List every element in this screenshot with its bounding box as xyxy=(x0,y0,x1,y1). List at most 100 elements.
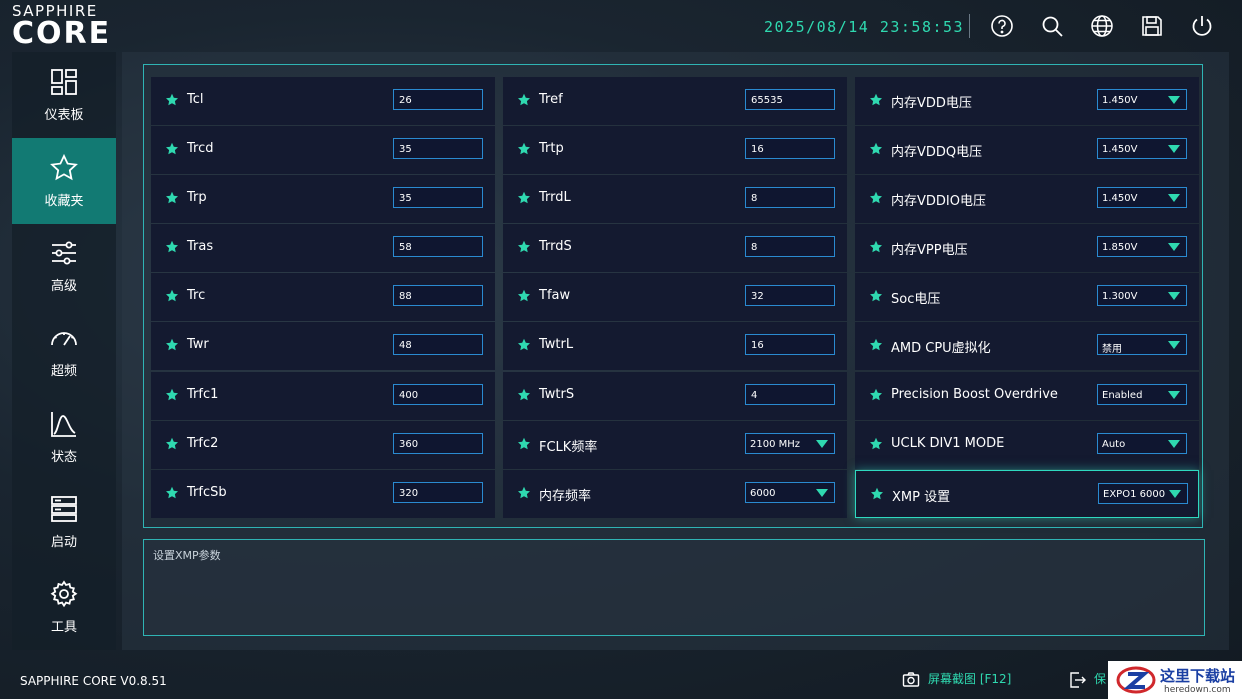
setting-value-input[interactable]: 320 xyxy=(393,482,483,503)
setting-row-vdd[interactable]: 内存VDD电压 1.450V xyxy=(855,77,1199,125)
setting-value-input[interactable]: 16 xyxy=(745,138,835,159)
setting-row-twr[interactable]: Twr 48 xyxy=(151,322,495,370)
favorite-star-icon[interactable] xyxy=(869,388,883,402)
setting-row-vddio[interactable]: 内存VDDIO电压 1.450V xyxy=(855,175,1199,223)
setting-value-input[interactable]: 26 xyxy=(393,89,483,110)
favorite-star-icon[interactable] xyxy=(869,142,883,156)
sidebar-item-favorites[interactable]: 收藏夹 xyxy=(12,138,116,224)
setting-row-trrdl[interactable]: TrrdL 8 xyxy=(503,175,847,223)
setting-row-trc[interactable]: Trc 88 xyxy=(151,273,495,321)
setting-row-fclk[interactable]: FCLK频率 2100 MHz xyxy=(503,421,847,469)
setting-row-soc-voltage[interactable]: Soc电压 1.300V xyxy=(855,273,1199,321)
sidebar-item-boot[interactable]: 启动 xyxy=(12,479,116,565)
setting-row-trrds[interactable]: TrrdS 8 xyxy=(503,224,847,272)
favorite-star-icon[interactable] xyxy=(517,388,531,402)
favorite-star-icon[interactable] xyxy=(869,93,883,107)
setting-dropdown[interactable]: Auto xyxy=(1097,433,1187,454)
logo-big-text: CORE xyxy=(12,16,112,51)
favorite-star-icon[interactable] xyxy=(165,486,179,500)
dropdown-arrow-icon xyxy=(816,489,828,497)
setting-row-tref[interactable]: Tref 65535 xyxy=(503,77,847,125)
screenshot-button[interactable]: 屏幕截图 [F12] xyxy=(902,670,1011,692)
favorite-star-icon[interactable] xyxy=(517,338,531,352)
setting-row-cpu-virtualization[interactable]: AMD CPU虚拟化 禁用 xyxy=(855,322,1199,370)
setting-row-pbo[interactable]: Precision Boost Overdrive Enabled xyxy=(855,372,1199,420)
favorite-star-icon[interactable] xyxy=(869,289,883,303)
setting-value-input[interactable]: 48 xyxy=(393,334,483,355)
setting-dropdown[interactable]: 2100 MHz xyxy=(745,433,835,454)
favorite-star-icon[interactable] xyxy=(165,191,179,205)
setting-row-vpp[interactable]: 内存VPP电压 1.850V xyxy=(855,224,1199,272)
favorite-star-icon[interactable] xyxy=(517,191,531,205)
favorite-star-icon[interactable] xyxy=(870,487,884,501)
favorite-star-icon[interactable] xyxy=(165,437,179,451)
search-icon[interactable] xyxy=(1040,14,1064,38)
favorite-star-icon[interactable] xyxy=(165,142,179,156)
setting-row-tfaw[interactable]: Tfaw 32 xyxy=(503,273,847,321)
setting-value-input[interactable]: 400 xyxy=(393,384,483,405)
setting-dropdown[interactable]: Enabled xyxy=(1097,384,1187,405)
favorite-star-icon[interactable] xyxy=(869,338,883,352)
setting-value-input[interactable]: 360 xyxy=(393,433,483,454)
favorite-star-icon[interactable] xyxy=(165,388,179,402)
setting-value-input[interactable]: 8 xyxy=(745,236,835,257)
setting-row-tras[interactable]: Tras 58 xyxy=(151,224,495,272)
setting-row-twtrl[interactable]: TwtrL 16 xyxy=(503,322,847,370)
sidebar-item-overclock[interactable]: 超频 xyxy=(12,308,116,394)
setting-dropdown[interactable]: 禁用 xyxy=(1097,334,1187,355)
favorite-star-icon[interactable] xyxy=(869,437,883,451)
setting-dropdown[interactable]: 1.450V xyxy=(1097,138,1187,159)
setting-value-input[interactable]: 4 xyxy=(745,384,835,405)
save-exit-button[interactable]: 保 xyxy=(1068,670,1106,692)
setting-value-input[interactable]: 16 xyxy=(745,334,835,355)
setting-value-input[interactable]: 65535 xyxy=(745,89,835,110)
favorite-star-icon[interactable] xyxy=(869,240,883,254)
setting-row-trp[interactable]: Trp 35 xyxy=(151,175,495,223)
setting-value-input[interactable]: 35 xyxy=(393,187,483,208)
save-icon[interactable] xyxy=(1140,14,1164,38)
setting-row-memory-freq[interactable]: 内存频率 6000 xyxy=(503,470,847,518)
power-icon[interactable] xyxy=(1190,14,1214,38)
setting-row-xmp[interactable]: XMP 设置 EXPO1 6000 xyxy=(855,470,1199,518)
globe-icon[interactable] xyxy=(1090,14,1114,38)
setting-row-trfcsb[interactable]: TrfcSb 320 xyxy=(151,470,495,518)
sidebar-item-tools[interactable]: 工具 xyxy=(12,564,116,650)
version-label: SAPPHIRE CORE V0.8.51 xyxy=(20,674,167,688)
favorite-star-icon[interactable] xyxy=(165,289,179,303)
setting-dropdown[interactable]: 1.450V xyxy=(1097,89,1187,110)
setting-value-input[interactable]: 32 xyxy=(745,285,835,306)
setting-dropdown[interactable]: 1.300V xyxy=(1097,285,1187,306)
sidebar-item-dashboard[interactable]: 仪表板 xyxy=(12,52,116,138)
favorite-star-icon[interactable] xyxy=(517,437,531,451)
favorite-star-icon[interactable] xyxy=(517,289,531,303)
setting-value-input[interactable]: 8 xyxy=(745,187,835,208)
setting-row-trfc1[interactable]: Trfc1 400 xyxy=(151,372,495,420)
setting-dropdown[interactable]: EXPO1 6000 xyxy=(1098,483,1188,504)
sidebar-item-status[interactable]: 状态 xyxy=(12,394,116,480)
sidebar-item-advanced[interactable]: 高级 xyxy=(12,223,116,309)
setting-label: Precision Boost Overdrive xyxy=(891,387,1058,402)
setting-value-input[interactable]: 88 xyxy=(393,285,483,306)
setting-value-input[interactable]: 58 xyxy=(393,236,483,257)
favorite-star-icon[interactable] xyxy=(517,486,531,500)
favorite-star-icon[interactable] xyxy=(165,93,179,107)
setting-dropdown[interactable]: 6000 xyxy=(745,482,835,503)
setting-row-twtrs[interactable]: TwtrS 4 xyxy=(503,372,847,420)
favorite-star-icon[interactable] xyxy=(517,93,531,107)
setting-row-trfc2[interactable]: Trfc2 360 xyxy=(151,421,495,469)
favorite-star-icon[interactable] xyxy=(517,142,531,156)
favorite-star-icon[interactable] xyxy=(869,191,883,205)
setting-row-tcl[interactable]: Tcl 26 xyxy=(151,77,495,125)
help-icon[interactable] xyxy=(990,14,1014,38)
setting-dropdown[interactable]: 1.450V xyxy=(1097,187,1187,208)
setting-row-uclk-div1[interactable]: UCLK DIV1 MODE Auto xyxy=(855,421,1199,469)
favorite-star-icon[interactable] xyxy=(517,240,531,254)
setting-value-input[interactable]: 35 xyxy=(393,138,483,159)
setting-row-trcd[interactable]: Trcd 35 xyxy=(151,126,495,174)
setting-row-vddq[interactable]: 内存VDDQ电压 1.450V xyxy=(855,126,1199,174)
sliders-icon xyxy=(52,241,76,265)
favorite-star-icon[interactable] xyxy=(165,240,179,254)
setting-row-trtp[interactable]: Trtp 16 xyxy=(503,126,847,174)
favorite-star-icon[interactable] xyxy=(165,338,179,352)
setting-dropdown[interactable]: 1.850V xyxy=(1097,236,1187,257)
